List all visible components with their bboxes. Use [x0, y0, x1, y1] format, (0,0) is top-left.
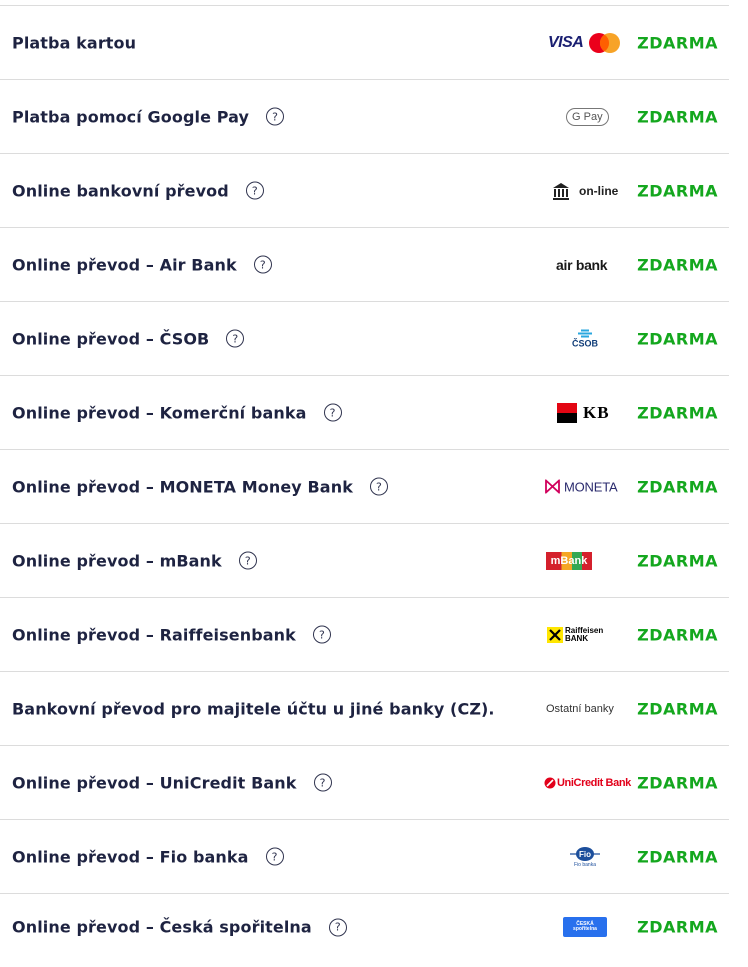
other-banks-logo-text: Ostatní banky	[546, 702, 614, 715]
air-bank-logo-text: air bank	[556, 256, 608, 273]
price-label: ZDARMA	[637, 181, 718, 200]
mbank-logo: mBank	[546, 551, 592, 570]
help-icon[interactable]: ?	[265, 847, 284, 866]
moneta-mark-icon	[545, 479, 560, 494]
payment-label: Online převod – Fio banka	[12, 847, 249, 866]
unicredit-mark-icon	[544, 777, 556, 788]
svg-text:Fio: Fio	[579, 850, 591, 859]
moneta-logo-text: MONETA	[564, 479, 618, 494]
help-icon[interactable]: ?	[312, 625, 331, 644]
price-label: ZDARMA	[637, 403, 718, 422]
payment-row-fio[interactable]: Online převod – Fio banka ? Fio Fio bank…	[0, 819, 729, 893]
raiffeisen-logo: Raiffeisen BANK	[547, 625, 609, 643]
help-icon[interactable]: ?	[245, 181, 264, 200]
help-icon[interactable]: ?	[369, 477, 388, 496]
fio-emblem-icon: Fio	[570, 846, 600, 861]
price-label: ZDARMA	[637, 329, 718, 348]
visa-logo-text: VISA	[548, 33, 584, 51]
price-label: ZDARMA	[637, 551, 718, 570]
payment-row-ceska-sporitelna[interactable]: Online převod – Česká spořitelna ? ČESKÁ…	[0, 893, 729, 960]
payment-row-online-transfer[interactable]: Online bankovní převod ? on-line ZDARMA	[0, 153, 729, 227]
payment-row-moneta[interactable]: Online převod – MONETA Money Bank ? MONE…	[0, 449, 729, 523]
payment-label: Online převod – Česká spořitelna	[12, 917, 312, 937]
payment-label: Online bankovní převod	[12, 181, 229, 200]
csob-logo-text: ČSOB	[572, 338, 599, 348]
payment-label: Online převod – UniCredit Bank	[12, 773, 297, 792]
payment-row-raiffeisenbank[interactable]: Online převod – Raiffeisenbank ? Raiffei…	[0, 597, 729, 671]
price-label: ZDARMA	[637, 107, 718, 126]
csob-logo: ČSOB	[572, 329, 598, 348]
mastercard-icon	[589, 32, 621, 53]
help-icon[interactable]: ?	[266, 107, 285, 126]
bank-online-logo: on-line	[552, 182, 618, 200]
google-pay-logo: G Pay	[566, 107, 609, 126]
payment-label: Online převod – mBank	[12, 551, 222, 570]
price-label: ZDARMA	[637, 847, 718, 866]
help-icon[interactable]: ?	[226, 329, 245, 348]
google-pay-logo-text: G Pay	[566, 107, 609, 126]
fio-logo-text: Fio banka	[574, 861, 596, 868]
raiffeisen-gable-icon	[547, 626, 563, 643]
moneta-logo: MONETA	[545, 479, 618, 494]
price-label: ZDARMA	[637, 625, 718, 644]
payment-row-air-bank[interactable]: Online převod – Air Bank ? air bank ZDAR…	[0, 227, 729, 301]
price-label: ZDARMA	[637, 255, 718, 274]
csob-wave-icon	[578, 329, 592, 337]
payment-row-csob[interactable]: Online převod – ČSOB ? ČSOB ZDARMA	[0, 301, 729, 375]
other-banks-logo: Ostatní banky	[546, 703, 614, 715]
bank-building-icon	[553, 182, 569, 200]
air-bank-logo: air bank	[556, 256, 608, 273]
payment-method-list: Platba kartou VISA ZDARMA Platba pomocí …	[0, 5, 729, 960]
payment-label: Online převod – Komerční banka	[12, 403, 307, 422]
help-icon[interactable]: ?	[328, 918, 347, 936]
payment-label: Online převod – Air Bank	[12, 255, 237, 274]
payment-row-mbank[interactable]: Online převod – mBank ? mBank ZDARMA	[0, 523, 729, 597]
kb-logo-text: KB	[583, 402, 610, 422]
help-icon[interactable]: ?	[313, 773, 332, 792]
payment-row-other-banks[interactable]: Bankovní převod pro majitele účtu u jiné…	[0, 671, 729, 745]
payment-label: Bankovní převod pro majitele účtu u jiné…	[12, 699, 495, 718]
unicredit-logo-text: UniCredit Bank	[557, 776, 631, 789]
online-logo-text: on-line	[579, 183, 619, 198]
payment-label: Online převod – MONETA Money Bank	[12, 477, 353, 496]
visa-mastercard-logo: VISA	[548, 32, 621, 54]
raiffeisen-logo-text: Raiffeisen BANK	[565, 625, 604, 643]
price-label: ZDARMA	[637, 917, 718, 937]
payment-row-komercni-banka[interactable]: Online převod – Komerční banka ? KB ZDAR…	[0, 375, 729, 449]
ceska-sporitelna-logo: ČESKÁ spořitelna	[563, 917, 607, 937]
payment-label: Platba kartou	[12, 33, 137, 52]
ceska-sporitelna-logo-text: ČESKÁ spořitelna	[573, 921, 597, 932]
price-label: ZDARMA	[637, 33, 718, 52]
payment-row-card[interactable]: Platba kartou VISA ZDARMA	[0, 5, 729, 79]
mbank-logo-text: mBank	[550, 554, 588, 567]
payment-row-google-pay[interactable]: Platba pomocí Google Pay ? G Pay ZDARMA	[0, 79, 729, 153]
help-icon[interactable]: ?	[323, 403, 342, 422]
kb-square-icon	[557, 402, 577, 423]
fio-logo: Fio Fio banka	[570, 846, 600, 868]
help-icon[interactable]: ?	[238, 551, 257, 570]
payment-label: Platba pomocí Google Pay	[12, 107, 250, 126]
kb-logo: KB	[557, 402, 610, 423]
price-label: ZDARMA	[637, 773, 718, 792]
price-label: ZDARMA	[637, 699, 718, 718]
price-label: ZDARMA	[637, 477, 718, 496]
payment-row-unicredit[interactable]: Online převod – UniCredit Bank ? UniCred…	[0, 745, 729, 819]
unicredit-logo: UniCredit Bank	[544, 777, 631, 789]
payment-label: Online převod – ČSOB	[12, 329, 210, 348]
help-icon[interactable]: ?	[253, 255, 272, 274]
payment-label: Online převod – Raiffeisenbank	[12, 625, 296, 644]
